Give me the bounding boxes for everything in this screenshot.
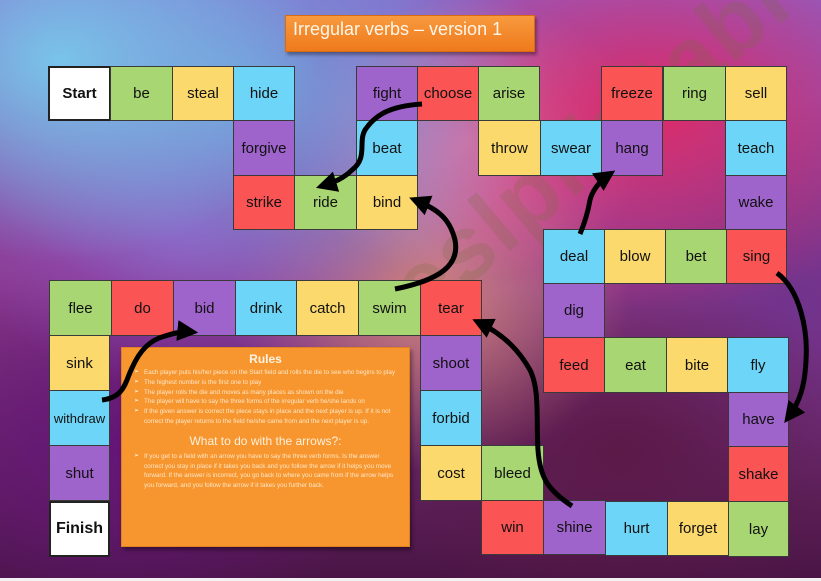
- board-cell[interactable]: ring: [663, 66, 726, 121]
- board-cell[interactable]: catch: [296, 280, 359, 336]
- rules-list: Each player puts his/her piece on the St…: [134, 368, 399, 427]
- board-cell[interactable]: feed: [543, 337, 605, 393]
- board-cell[interactable]: have: [728, 392, 789, 447]
- board-cell[interactable]: strike: [233, 175, 295, 230]
- board-cell[interactable]: do: [111, 280, 174, 336]
- rule-item: If the given answer is correct the piece…: [134, 407, 399, 427]
- board-cell[interactable]: fly: [727, 337, 789, 393]
- board-cell[interactable]: beat: [356, 120, 418, 176]
- board-cell[interactable]: bet: [665, 229, 727, 284]
- board-cell[interactable]: sink: [49, 335, 110, 391]
- start-cell[interactable]: Start: [48, 66, 111, 121]
- board-cell[interactable]: forbid: [420, 390, 482, 446]
- arrows-heading: What to do with the arrows?:: [189, 433, 342, 448]
- board-cell[interactable]: drink: [235, 280, 297, 336]
- board-cell[interactable]: sell: [725, 66, 787, 121]
- rule-item: The player will have to say the three fo…: [134, 397, 399, 407]
- board-cell[interactable]: flee: [49, 280, 112, 336]
- board-cell[interactable]: arise: [478, 66, 540, 121]
- finish-cell[interactable]: Finish: [49, 501, 110, 557]
- board-cell[interactable]: forgive: [233, 120, 295, 176]
- game-title: Irregular verbs – version 1: [285, 15, 535, 52]
- rule-item: The highest number is the first one to p…: [134, 378, 399, 388]
- board-cell[interactable]: throw: [478, 120, 541, 176]
- board-cell[interactable]: blow: [604, 229, 666, 284]
- board-cell[interactable]: shine: [543, 500, 606, 555]
- board-cell[interactable]: teach: [725, 120, 787, 176]
- rule-item: The player rolls the die and moves as ma…: [134, 388, 399, 398]
- board-cell[interactable]: hang: [601, 120, 663, 176]
- board-cell[interactable]: steal: [172, 66, 234, 121]
- board-cell[interactable]: ride: [294, 175, 357, 230]
- board-cell[interactable]: withdraw: [49, 390, 110, 446]
- board-cell[interactable]: bite: [666, 337, 728, 393]
- board-cell[interactable]: hide: [233, 66, 295, 121]
- board-cell[interactable]: win: [481, 500, 544, 555]
- board-cell[interactable]: fight: [356, 66, 418, 121]
- board-cell[interactable]: shake: [728, 446, 789, 502]
- board-cell[interactable]: shut: [49, 445, 110, 501]
- board-cell[interactable]: forget: [667, 501, 729, 556]
- board-cell[interactable]: deal: [543, 229, 605, 284]
- arrows-rules-list: If you get to a field with an arrow you …: [134, 452, 399, 491]
- rules-heading: Rules: [249, 352, 282, 366]
- rule-item: Each player puts his/her piece on the St…: [134, 368, 399, 378]
- board-cell[interactable]: choose: [417, 66, 479, 121]
- board-cell[interactable]: eat: [604, 337, 667, 393]
- board-cell[interactable]: freeze: [601, 66, 663, 121]
- board-cell[interactable]: bind: [356, 175, 418, 230]
- rules-panel: Rules Each player puts his/her piece on …: [121, 347, 410, 547]
- board-cell[interactable]: bid: [173, 280, 236, 336]
- board-cell[interactable]: swear: [540, 120, 602, 176]
- board-cell[interactable]: be: [110, 66, 173, 121]
- board-cell[interactable]: dig: [543, 283, 605, 338]
- board-cell[interactable]: sing: [726, 229, 787, 284]
- board-cell[interactable]: tear: [420, 280, 482, 336]
- board-cell[interactable]: hurt: [605, 501, 668, 556]
- arrow-rule-item: If you get to a field with an arrow you …: [134, 452, 399, 491]
- board-cell[interactable]: wake: [725, 175, 787, 230]
- board-cell[interactable]: shoot: [420, 335, 482, 391]
- board-cell[interactable]: swim: [358, 280, 421, 336]
- board-cell[interactable]: cost: [420, 445, 482, 501]
- board-cell[interactable]: bleed: [481, 445, 544, 501]
- board-cell[interactable]: lay: [728, 501, 789, 557]
